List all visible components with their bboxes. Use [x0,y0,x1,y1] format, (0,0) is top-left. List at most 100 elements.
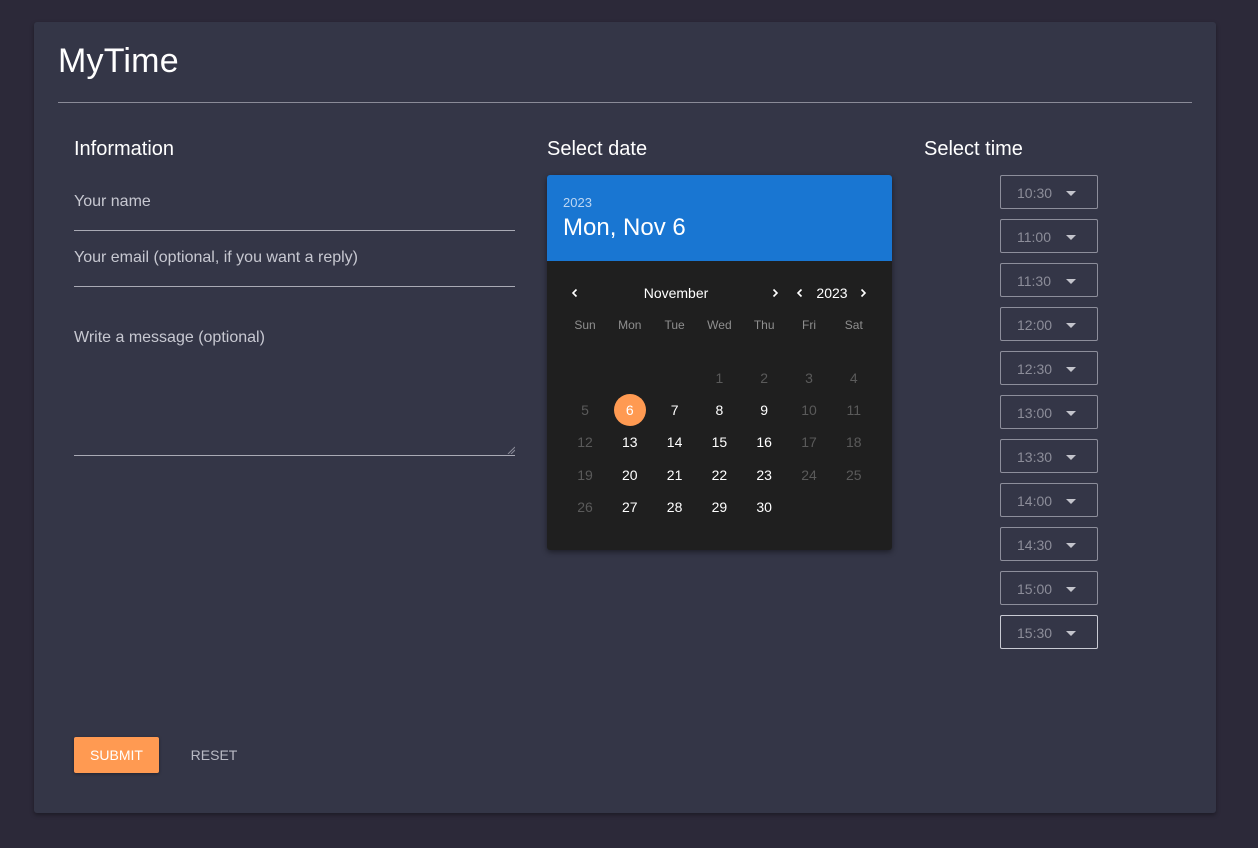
prev-year-button[interactable] [790,283,810,303]
caret-down-icon [1066,455,1076,460]
picker-header: 2023 Mon, Nov 6 [547,175,892,261]
caret-down-icon [1066,191,1076,196]
time-slot-button[interactable]: 13:00 [1000,395,1098,429]
time-slot-label: 14:30 [1017,537,1053,553]
caret-down-icon [1066,499,1076,504]
weekday-label: Thu [753,318,775,332]
chevron-right-icon [772,288,779,298]
calendar-day: 11 [846,402,862,419]
calendar-day: 17 [801,434,817,451]
time-slot-label: 12:30 [1017,361,1053,377]
weekday-label: Fri [802,318,816,332]
calendar-day: 2 [760,370,769,386]
time-slot-label: 14:00 [1017,493,1053,509]
caret-down-icon [1066,631,1076,636]
time-slot-label: 15:30 [1017,625,1053,641]
chevron-left-icon [796,288,803,298]
caret-down-icon [1066,411,1076,416]
time-slot-button[interactable]: 11:00 [1000,219,1098,253]
main-card: MyTime Information Your name Your email … [34,22,1216,813]
calendar-day: 5 [581,402,589,419]
time-slot-label: 13:30 [1017,449,1053,465]
calendar-day: 18 [846,434,862,451]
calendar-day[interactable]: 21 [659,459,691,491]
time-slot-button[interactable]: 15:30 [1000,615,1098,649]
time-slot-button[interactable]: 14:00 [1000,483,1098,517]
calendar-day: 1 [715,370,724,386]
calendar-day[interactable]: 27 [614,491,646,523]
calendar-day[interactable]: 23 [748,459,780,491]
app-title: MyTime [58,42,179,80]
caret-down-icon [1066,235,1076,240]
time-slot-label: 15:00 [1017,581,1053,597]
time-slot-label: 12:00 [1017,317,1053,333]
time-slot-label: 11:30 [1017,273,1051,289]
time-slot-button[interactable]: 11:30 [1000,263,1098,297]
next-month-button[interactable] [765,283,785,303]
calendar-day: 24 [801,466,817,483]
caret-down-icon [1066,279,1076,284]
calendar-day: 25 [846,466,862,483]
picker-header-date: Mon, Nov 6 [563,214,686,241]
time-slot-button[interactable]: 13:30 [1000,439,1098,473]
time-slot-label: 10:30 [1017,185,1053,201]
caret-down-icon [1066,543,1076,548]
weekday-label: Sat [844,318,863,332]
name-field[interactable]: Your name [74,179,515,231]
calendar-day[interactable]: 7 [659,394,691,426]
calendar-day: 26 [577,498,593,515]
picker-header-year[interactable]: 2023 [563,195,592,210]
year-label: 2023 [816,285,848,301]
caret-down-icon [1066,587,1076,592]
time-slot-button[interactable]: 12:30 [1000,351,1098,385]
next-year-button[interactable] [853,283,873,303]
month-label: November [643,285,709,301]
message-textarea[interactable]: Write a message (optional) [74,315,515,456]
email-field[interactable]: Your email (optional, if you want a repl… [74,235,515,287]
calendar-day[interactable]: 13 [614,426,646,458]
time-slot-button[interactable]: 10:30 [1000,175,1098,209]
calendar-day[interactable]: 28 [659,491,691,523]
calendar-day: 3 [805,370,813,386]
calendar-day: 10 [801,402,817,419]
calendar-day[interactable]: 30 [748,491,780,523]
resize-handle-icon[interactable] [507,446,515,454]
submit-button[interactable]: Submit [74,737,159,773]
chevron-left-icon [571,288,578,298]
time-slot-label: 11:00 [1017,229,1051,245]
weekday-label: Sun [574,318,596,332]
time-slot-button[interactable]: 15:00 [1000,571,1098,605]
reset-button[interactable]: Reset [174,737,254,773]
time-slot-button[interactable]: 14:30 [1000,527,1098,561]
time-slot-list[interactable]: 10:30 11:00 11:30 12:00 12:30 13:00 13:30 14:00… [1000,175,1100,649]
calendar-day[interactable]: 20 [614,459,646,491]
calendar-day[interactable]: 29 [703,491,735,523]
calendar-day[interactable]: 22 [703,459,735,491]
calendar-day: 19 [577,466,593,483]
email-field-label: Your email (optional, if you want a repl… [74,249,358,266]
name-field-label: Your name [74,193,151,210]
message-field-label: Write a message (optional) [74,329,265,346]
calendar-day[interactable]: 8 [703,394,735,426]
weekday-label: Tue [664,318,685,332]
chevron-right-icon [860,288,867,298]
calendar-day[interactable]: 16 [748,426,780,458]
calendar-day[interactable]: 14 [659,426,691,458]
calendar-day: 12 [577,434,593,451]
caret-down-icon [1066,367,1076,372]
calendar-day-selected[interactable]: 6 [613,394,646,427]
title-divider [58,102,1192,103]
calendar-day: 4 [849,370,858,386]
time-slot-label: 13:00 [1017,405,1053,421]
select-time-heading: Select time [924,138,1023,160]
caret-down-icon [1066,323,1076,328]
time-slot-button[interactable]: 12:00 [1000,307,1098,341]
date-picker: 2023 Mon, Nov 6 November 2023 Sun Mon Tue W… [547,175,892,550]
weekday-label: Wed [707,318,732,332]
calendar-day[interactable]: 15 [703,426,735,458]
select-date-heading: Select date [547,138,648,160]
weekday-label: Mon [618,318,642,332]
calendar-day[interactable]: 9 [748,394,780,426]
information-heading: Information [74,138,175,160]
prev-month-button[interactable] [565,283,585,303]
